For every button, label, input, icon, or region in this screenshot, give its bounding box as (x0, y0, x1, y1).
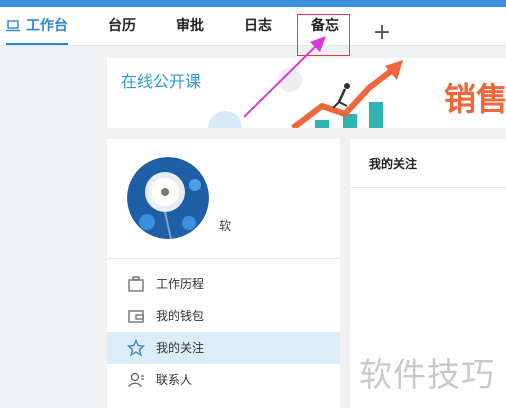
tab-label: 日志 (244, 18, 272, 34)
tab-label: 工作台 (26, 18, 68, 34)
tab-approval[interactable]: 审批 (176, 7, 204, 45)
annotation-highlight-box (297, 14, 350, 56)
wallet-icon (128, 310, 144, 323)
tab-log[interactable]: 日志 (244, 7, 272, 45)
menu-item-work-history[interactable]: 工作历程 (107, 268, 340, 300)
tab-workbench[interactable]: 工作台 (6, 7, 68, 45)
add-tab-button[interactable]: + (372, 14, 392, 52)
promo-banner[interactable]: 在线公开课 销售 (107, 58, 506, 128)
briefcase-icon (128, 276, 144, 292)
avatar[interactable] (127, 157, 209, 239)
tab-label: 台历 (108, 18, 136, 34)
panel-title: 我的关注 (369, 157, 418, 171)
laptop-icon (6, 20, 20, 32)
menu-item-label: 联系人 (156, 373, 193, 387)
tab-calendar[interactable]: 台历 (108, 7, 136, 45)
star-icon (127, 339, 145, 357)
tab-label: 审批 (176, 18, 204, 34)
menu-item-label: 工作历程 (156, 277, 205, 291)
menu-item-contacts[interactable]: 联系人 (107, 364, 340, 396)
profile-partial-text: 软 (219, 219, 232, 233)
top-accent-strip (0, 0, 506, 7)
menu-item-wallet[interactable]: 我的钱包 (107, 300, 340, 332)
menu-item-my-follows[interactable]: 我的关注 (107, 332, 340, 364)
divider (107, 258, 340, 259)
panel-header: 我的关注 (350, 139, 506, 188)
profile-sidebar: 软 工作历程 我的钱包 我的关注 联系人 (107, 139, 340, 408)
dandelion-avatar-image (127, 157, 209, 239)
menu-item-label: 我的钱包 (156, 309, 205, 323)
menu-item-label: 我的关注 (156, 341, 205, 355)
banner-title: 在线公开课 (121, 72, 202, 91)
banner-sales-text: 销售 (444, 80, 506, 118)
watermark: 软件技巧 (359, 355, 495, 394)
tab-bar: 工作台 台历 审批 日志 备忘 + (0, 7, 506, 46)
contact-icon (128, 372, 144, 388)
